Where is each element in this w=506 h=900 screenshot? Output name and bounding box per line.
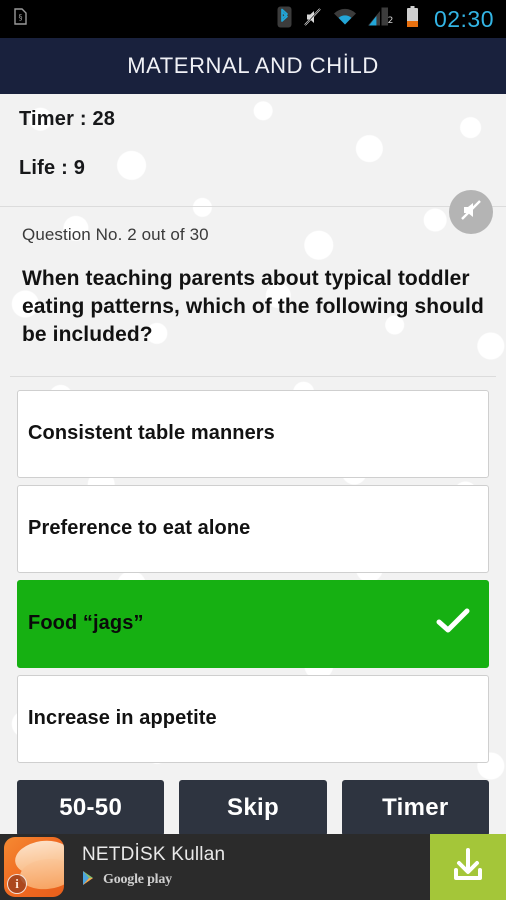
question-block: Question No. 2 out of 30 When teaching p… <box>0 207 506 349</box>
skip-button[interactable]: Skip <box>179 779 327 836</box>
answer-option-1[interactable]: Consistent table manners <box>17 389 489 478</box>
question-counter: Question No. 2 out of 30 <box>22 225 209 244</box>
question-text: When teaching parents about typical todd… <box>22 267 484 346</box>
page-title: MATERNAL AND CHİLD <box>127 53 379 78</box>
answer-option-4[interactable]: Increase in appetite <box>17 674 489 763</box>
sim-card-icon: § <box>14 8 27 30</box>
answer-option-2[interactable]: Preference to eat alone <box>17 484 489 573</box>
google-play-icon <box>82 870 97 891</box>
ad-store-label: Google play <box>103 872 172 887</box>
stats-block: Timer : 28 Life : 9 <box>0 94 506 180</box>
status-bar-left-icons: § <box>14 8 277 30</box>
wifi-icon <box>333 8 357 31</box>
mute-toggle-button[interactable] <box>449 190 493 234</box>
answer-option-label: Preference to eat alone <box>28 517 251 540</box>
answer-option-label: Food “jags” <box>28 612 144 635</box>
ad-icon-container: i <box>0 834 68 900</box>
ad-headline: NETDİSK Kullan <box>82 843 226 865</box>
timer-label: Timer : 28 <box>19 108 116 130</box>
answer-option-3[interactable]: Food “jags” <box>17 579 489 668</box>
answer-option-label: Increase in appetite <box>28 707 217 730</box>
netdisk-app-icon: i <box>4 837 64 897</box>
life-label: Life : 9 <box>19 157 86 179</box>
ad-banner[interactable]: i NETDİSK Kullan Google play <box>0 834 506 900</box>
answer-option-label: Consistent table manners <box>28 422 275 445</box>
status-bar-clock: 02:30 <box>433 5 494 32</box>
svg-text:§: § <box>19 13 23 22</box>
app-title-bar: MATERNAL AND CHİLD <box>0 38 506 94</box>
quiz-content: Timer : 28 Life : 9 Question No. 2 out o… <box>0 94 506 900</box>
timer-button[interactable]: Timer <box>341 779 489 836</box>
ad-info-badge[interactable]: i <box>7 874 27 894</box>
speaker-mute-icon <box>457 196 485 229</box>
status-bar-right-icons: 2 02:30 <box>277 5 494 33</box>
silent-mode-icon <box>303 7 322 32</box>
battery-icon <box>406 5 419 33</box>
status-bar: § 2 02:30 <box>0 0 506 38</box>
ad-body[interactable]: NETDİSK Kullan Google play <box>68 834 430 900</box>
download-icon <box>448 845 488 890</box>
cellular-signal-icon: 2 <box>367 7 395 31</box>
ad-store-row: Google play <box>82 870 430 891</box>
svg-text:2: 2 <box>388 16 394 26</box>
fifty-fifty-button[interactable]: 50-50 <box>17 779 165 836</box>
ad-download-button[interactable] <box>430 834 506 900</box>
check-icon <box>436 607 470 640</box>
lifeline-button-row: 50-50 Skip Timer <box>0 770 506 836</box>
answer-options-list: Consistent table manners Preference to e… <box>0 377 506 763</box>
bluetooth-icon <box>277 6 292 33</box>
